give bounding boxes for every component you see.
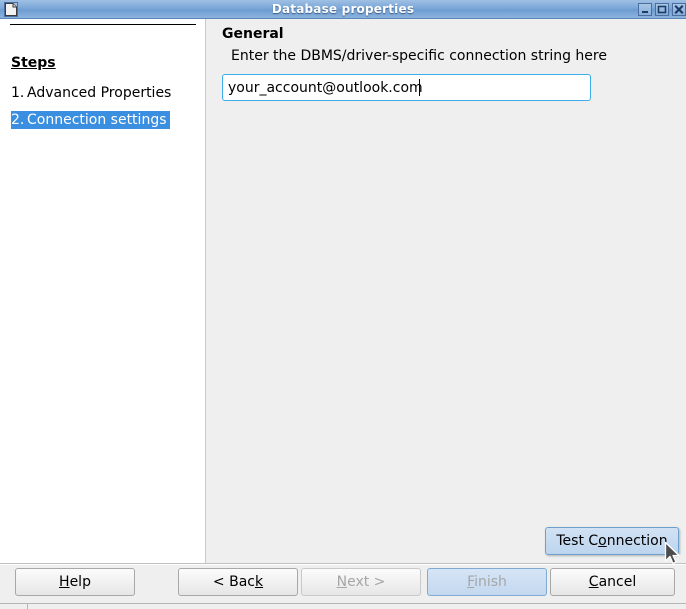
step-label: Advanced Properties xyxy=(27,85,172,101)
window-resize-grip[interactable] xyxy=(0,604,28,609)
steps-panel: Steps 1. Advanced Properties 2. Connection… xyxy=(0,19,206,563)
title-bar[interactable]: Database properties xyxy=(0,0,686,19)
step-number: 2. xyxy=(11,112,25,128)
help-label-after: elp xyxy=(69,574,91,590)
test-connection-button[interactable]: Test Connection xyxy=(545,527,679,555)
close-button[interactable] xyxy=(672,3,686,16)
finish-label-after: inish xyxy=(474,574,507,590)
next-accelerator: N xyxy=(336,574,348,590)
back-button[interactable]: < Back xyxy=(178,568,298,596)
cancel-button[interactable]: Cancel xyxy=(550,568,675,596)
test-connection-label-before: Test C xyxy=(556,533,599,549)
back-accelerator: k xyxy=(254,574,264,590)
document-icon xyxy=(4,2,18,17)
finish-button: Finish xyxy=(427,568,547,596)
steps-divider xyxy=(10,24,196,25)
help-button[interactable]: Help xyxy=(15,568,135,596)
maximize-button[interactable] xyxy=(655,3,669,16)
next-button: Next > xyxy=(301,568,421,596)
minimize-button[interactable] xyxy=(638,3,652,16)
content-panel: General Enter the DBMS/driver-specific c… xyxy=(207,19,686,563)
database-properties-dialog: Database properties Steps 1. Advanced Pro… xyxy=(0,0,686,609)
window-title: Database properties xyxy=(271,2,415,16)
connection-string-input[interactable] xyxy=(222,74,591,101)
step-number: 1. xyxy=(11,85,25,101)
back-label-before: < Bac xyxy=(212,574,255,590)
text-caret xyxy=(419,79,420,96)
cancel-label-after: ancel xyxy=(598,574,637,590)
help-accelerator: H xyxy=(59,574,70,590)
steps-heading: Steps xyxy=(11,55,56,71)
cancel-accelerator: C xyxy=(588,574,599,590)
next-label-after: ext > xyxy=(347,574,386,590)
window-bottom-strip xyxy=(0,603,686,609)
test-connection-accelerator: o xyxy=(598,533,607,549)
section-heading-general: General xyxy=(222,26,284,42)
step-label: Connection settings xyxy=(27,112,167,128)
connection-string-field-wrapper xyxy=(222,74,591,101)
connection-string-label: Enter the DBMS/driver-specific connectio… xyxy=(231,48,607,64)
sidebar-item-connection-settings[interactable]: 2. Connection settings xyxy=(11,111,170,129)
test-connection-label-after: nnection xyxy=(606,533,668,549)
sidebar-item-advanced-properties[interactable]: 1. Advanced Properties xyxy=(11,84,173,102)
